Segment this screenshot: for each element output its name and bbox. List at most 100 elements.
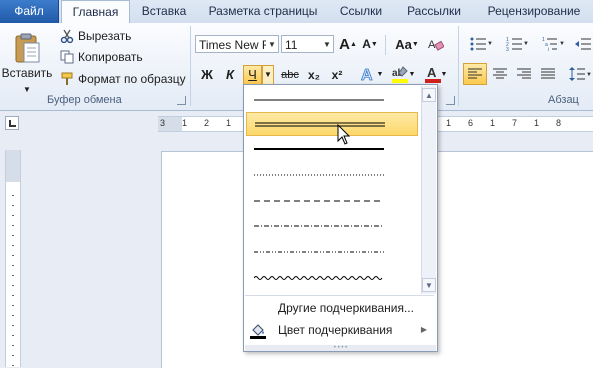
cut-label: Вырезать [78,29,132,43]
font-name-dropdown-icon[interactable]: ▼ [266,36,278,52]
underline-dashed[interactable] [246,187,418,211]
text-effects-button[interactable]: A ▼ [358,63,384,85]
paste-label: Вставить [1,66,53,80]
dashed-line-icon [254,200,384,202]
change-case-label: Aa [395,36,412,52]
bullets-button[interactable]: ▼ [464,34,498,54]
more-underlines-label: Другие подчеркивания... [278,301,414,315]
scroll-up-icon[interactable]: ▲ [422,88,436,102]
group-separator [458,26,459,106]
clipboard-launcher-icon[interactable] [177,96,186,105]
dotted-line-icon [254,174,384,176]
font-size-dropdown-icon[interactable]: ▼ [321,36,333,52]
underline-dash-dot-dot[interactable] [246,238,418,262]
svg-text:▼: ▼ [559,41,564,47]
ruler-mark: 7 [512,118,518,128]
underline-double[interactable] [246,112,418,136]
font-name-combo[interactable]: Times New Ro ▼ [195,35,279,53]
svg-text:3: 3 [506,47,509,51]
text-effects-icon: A [360,67,373,83]
bold-button[interactable]: Ж [196,65,218,85]
superscript-button[interactable]: x² [326,65,348,85]
numbered-list-icon: 1 2 3 ▼ [506,37,528,51]
svg-text:A: A [361,67,373,83]
tab-home[interactable]: Главная [61,0,130,25]
ruler-mark: 1 [534,118,540,128]
multilevel-list-button[interactable]: 1 a i ▼ [536,34,570,54]
tab-selector[interactable] [5,116,19,130]
justify-button[interactable] [537,63,559,85]
paint-bucket-icon [250,324,266,339]
cut-button[interactable]: Вырезать [60,26,131,46]
underline-single[interactable] [246,88,418,112]
font-color-icon: A [424,65,441,83]
underline-color-label: Цвет подчеркивания [278,323,393,337]
clear-formatting-button[interactable]: A [426,34,446,54]
highlighter-icon: ab [391,66,408,83]
tab-page-layout[interactable]: Разметка страницы [202,0,324,23]
shrink-font-label: A [362,37,371,51]
align-left-icon [468,68,482,79]
decrease-indent-icon [574,38,591,50]
underline-button[interactable]: Ч [243,65,262,85]
line-spacing-button[interactable]: ▼ [566,63,593,85]
numbering-button[interactable]: 1 2 3 ▼ [500,34,534,54]
subscript-button[interactable]: x₂ [303,65,325,85]
tab-insert[interactable]: Вставка [134,0,194,23]
grow-font-button[interactable]: A ▲ [339,34,357,54]
copy-button[interactable]: Копировать [60,47,143,67]
underline-dash-dot[interactable] [246,212,418,236]
align-left-button[interactable] [463,63,487,85]
separator [385,35,386,55]
change-case-button[interactable]: Aa ▼ [392,34,422,54]
italic-button[interactable]: К [219,65,241,85]
underline-color-item[interactable]: Цвет подчеркивания ▶ [245,319,435,341]
more-underlines-item[interactable]: Другие подчеркивания... [245,297,435,319]
resize-grip[interactable]: • • • • [245,345,436,351]
format-painter-button[interactable]: Формат по образцу [60,69,186,89]
bullet-list-icon: ▼ [470,37,492,51]
paste-button[interactable]: Вставить [1,27,53,85]
tab-references[interactable]: Ссылки [334,0,388,23]
shrink-font-button[interactable]: A ▼ [361,34,379,54]
tab-review[interactable]: Рецензирование [478,0,590,23]
align-center-button[interactable] [489,63,511,85]
group-separator [190,26,191,106]
grow-font-label: A [339,35,350,53]
eraser-icon: A [428,39,444,51]
ruler-margin [6,150,20,182]
copy-label: Копировать [78,50,143,64]
underline-dropdown-icon[interactable]: ▼ [262,65,274,85]
svg-text:▼: ▼ [523,41,528,47]
font-launcher-icon[interactable] [446,96,455,105]
ruler-mark: 1 [226,118,232,128]
ribbon-tab-bar: Файл Главная Вставка Разметка страницы С… [0,0,593,25]
mouse-cursor-icon [337,124,351,145]
font-size-combo[interactable]: 11 ▼ [281,35,334,53]
menu-scrollbar[interactable]: ▲ ▼ [421,86,436,294]
vertical-ruler[interactable] [5,150,21,367]
ruler-mark: 6 [468,118,474,128]
copy-icon [60,50,74,64]
underline-wavy[interactable] [246,265,418,289]
tab-file[interactable]: Файл [0,0,59,23]
tab-mailings[interactable]: Рассылки [400,0,468,23]
paste-dropdown-icon[interactable]: ▼ [20,84,34,94]
dash-dot-dot-line-icon [254,251,384,253]
underline-dotted[interactable] [246,161,418,185]
font-color-button[interactable]: A ▼ [422,63,450,85]
ruler-mark: 1 [446,118,452,128]
highlight-button[interactable]: ab ▼ [389,63,417,85]
decrease-indent-button[interactable] [572,34,593,54]
align-right-button[interactable] [513,63,535,85]
underline-thick[interactable] [246,136,418,160]
scroll-down-icon[interactable]: ▼ [422,278,436,292]
wavy-line-icon [254,276,383,280]
ruler-mark: 1 [490,118,496,128]
strikethrough-button[interactable]: abc [278,65,302,85]
vertical-ruler-ticks [6,186,20,366]
format-painter-label: Формат по образцу [78,72,186,86]
line-spacing-icon: ▼ [568,67,591,81]
font-size-value: 11 [285,38,298,52]
scissors-icon [60,29,74,43]
